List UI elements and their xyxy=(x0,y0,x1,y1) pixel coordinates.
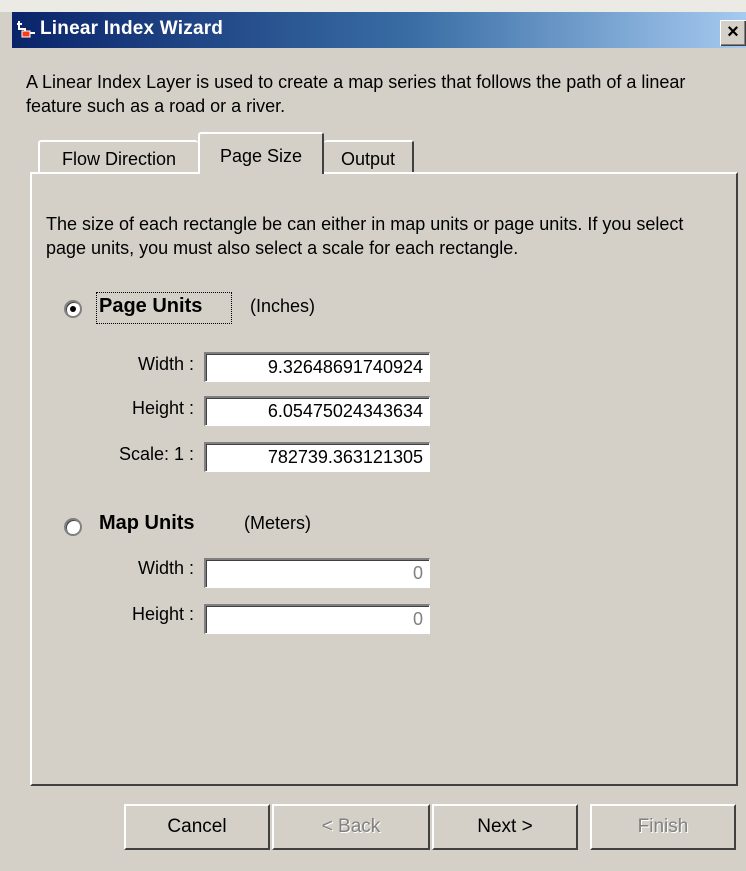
tab-panel xyxy=(30,172,738,786)
close-icon: × xyxy=(727,21,739,43)
map-height-field[interactable] xyxy=(204,604,430,634)
page-width-label: Width : xyxy=(137,354,194,374)
top-strip xyxy=(0,0,746,12)
description-text: The size of each rectangle be can either… xyxy=(46,214,684,258)
page-units-radio[interactable] xyxy=(64,300,82,318)
map-width-field[interactable] xyxy=(204,558,430,588)
map-height-label: Height : xyxy=(131,604,194,624)
page-width-field[interactable] xyxy=(204,352,430,382)
intro-text: A Linear Index Layer is used to create a… xyxy=(26,72,686,116)
close-button[interactable]: × xyxy=(720,20,746,46)
finish-button[interactable]: Finish xyxy=(590,804,736,850)
page-height-field[interactable] xyxy=(204,396,430,426)
tab-output[interactable]: Output xyxy=(324,140,414,172)
page-units-label[interactable]: Page Units xyxy=(99,295,202,318)
scale-field[interactable] xyxy=(204,442,430,472)
linear-index-icon xyxy=(16,19,38,41)
cancel-button[interactable]: Cancel xyxy=(124,804,270,850)
page-units-unit: (Inches) xyxy=(250,296,316,316)
radio-selected-dot xyxy=(70,306,76,312)
scale-label: Scale: 1 : xyxy=(118,444,194,464)
next-button[interactable]: Next > xyxy=(432,804,578,850)
map-width-label: Width : xyxy=(137,558,194,578)
title-bar: Linear Index Wizard × xyxy=(12,12,746,48)
map-units-label[interactable]: Map Units xyxy=(99,512,195,535)
map-units-unit: (Meters) xyxy=(244,513,311,533)
tab-page-size[interactable]: Page Size xyxy=(198,132,324,174)
back-button[interactable]: < Back xyxy=(272,804,430,850)
window-title: Linear Index Wizard xyxy=(40,18,224,39)
map-units-radio[interactable] xyxy=(64,518,82,536)
page-height-label: Height : xyxy=(131,398,194,418)
tab-flow-direction[interactable]: Flow Direction xyxy=(38,140,198,172)
